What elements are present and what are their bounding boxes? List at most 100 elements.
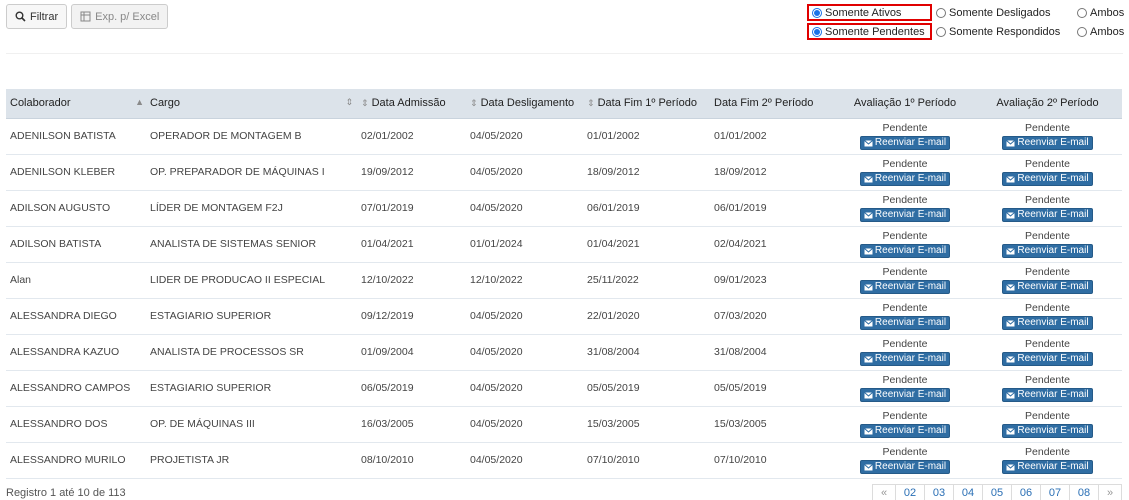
resend-email-button[interactable]: Reenviar E-mail <box>859 280 951 294</box>
resend-email-button[interactable]: Reenviar E-mail <box>859 136 951 150</box>
search-icon <box>15 11 26 22</box>
cell-avaliacao-2: Pendente Reenviar E-mail <box>973 298 1122 335</box>
col-data-fim-2-periodo[interactable]: Data Fim 2º Período <box>710 89 837 119</box>
cell-avaliacao-2: Pendente Reenviar E-mail <box>973 226 1122 263</box>
cell-data-fim-1-periodo: 25/11/2022 <box>583 262 710 299</box>
pagination-page[interactable]: 04 <box>953 484 983 500</box>
col-colaborador[interactable]: Colaborador ▲ <box>6 89 146 119</box>
resend-email-label: Reenviar E-mail <box>874 317 947 328</box>
sort-asc-icon: ▲ <box>135 97 144 108</box>
cell-data-admissao: 07/01/2019 <box>357 190 466 227</box>
resend-email-button[interactable]: Reenviar E-mail <box>1002 388 1093 402</box>
resend-email-button[interactable]: Reenviar E-mail <box>859 244 951 258</box>
header-label: Data Fim 2º Período <box>714 97 814 110</box>
cell-data-fim-1-periodo: 07/10/2010 <box>583 442 710 479</box>
cell-cargo: ESTAGIARIO SUPERIOR <box>146 298 357 335</box>
resend-email-button[interactable]: Reenviar E-mail <box>1002 136 1093 150</box>
radio-unselected-icon <box>1077 26 1087 37</box>
resend-email-button[interactable]: Reenviar E-mail <box>859 316 951 330</box>
table-row: ADENILSON BATISTA OPERADOR DE MONTAGEM B0… <box>6 118 1122 155</box>
pagination-prev[interactable]: « <box>872 484 896 500</box>
table-row: ADENILSON KLEBER OP. PREPARADOR DE MÁQUIN… <box>6 154 1122 191</box>
cell-data-admissao: 08/10/2010 <box>357 442 466 479</box>
filter-button-label: Filtrar <box>30 10 59 23</box>
pagination-page[interactable]: 07 <box>1040 484 1070 500</box>
status-pendente: Pendente <box>882 230 928 242</box>
pagination-next[interactable]: » <box>1098 484 1122 500</box>
header-label: Avaliação 2º Período <box>996 97 1099 110</box>
resend-email-button[interactable]: Reenviar E-mail <box>1002 244 1093 258</box>
filter-button[interactable]: Filtrar <box>6 4 68 29</box>
radio-unselected-icon <box>936 7 946 18</box>
envelope-icon <box>864 211 873 218</box>
envelope-icon <box>1006 247 1016 254</box>
cell-avaliacao-1: Pendente Reenviar E-mail <box>837 370 973 407</box>
cell-data-fim-2-periodo: 07/03/2020 <box>710 298 837 335</box>
cell-cargo: OP. PREPARADOR DE MÁQUINAS I <box>146 154 357 191</box>
col-avaliacao-1-periodo[interactable]: Avaliação 1º Período <box>837 89 973 119</box>
status-pendente: Pendente <box>882 194 928 206</box>
radio-ambos-status[interactable]: Ambos <box>1077 7 1127 19</box>
radio-somente-desligados[interactable]: Somente Desligados <box>936 7 1077 19</box>
radio-label: Somente Respondidos <box>949 25 1061 38</box>
pagination-page[interactable]: 06 <box>1011 484 1041 500</box>
resend-email-button[interactable]: Reenviar E-mail <box>1002 172 1093 186</box>
cell-colaborador: ALESSANDRO DOS <box>6 406 146 443</box>
col-data-fim-1-periodo[interactable]: ⇕ Data Fim 1º Período <box>583 89 710 119</box>
resend-email-button[interactable]: Reenviar E-mail <box>859 424 951 438</box>
cell-data-fim-1-periodo: 05/05/2019 <box>583 370 710 407</box>
cell-data-fim-1-periodo: 22/01/2020 <box>583 298 710 335</box>
col-cargo[interactable]: Cargo ⇕ <box>146 89 357 119</box>
resend-email-button[interactable]: Reenviar E-mail <box>859 352 951 366</box>
divider <box>6 53 1123 54</box>
status-pendente: Pendente <box>882 446 928 458</box>
resend-email-label: Reenviar E-mail <box>1017 281 1089 292</box>
cell-avaliacao-1: Pendente Reenviar E-mail <box>837 406 973 443</box>
cell-data-desligamento: 04/05/2020 <box>466 334 583 371</box>
pagination-page[interactable]: 02 <box>895 484 925 500</box>
resend-email-button[interactable]: Reenviar E-mail <box>1002 316 1093 330</box>
table-header-row: Colaborador ▲ Cargo ⇕ ⇕ Data Admissão ⇕ Da… <box>6 89 1122 119</box>
cell-data-admissao: 02/01/2002 <box>357 118 466 155</box>
pagination: « 02 03 04 05 06 07 08 » <box>872 484 1122 500</box>
resend-email-button[interactable]: Reenviar E-mail <box>859 388 951 402</box>
resend-email-label: Reenviar E-mail <box>1017 425 1089 436</box>
export-excel-button[interactable]: Exp. p/ Excel <box>71 4 169 29</box>
resend-email-button[interactable]: Reenviar E-mail <box>1002 208 1093 222</box>
pagination-page[interactable]: 08 <box>1069 484 1099 500</box>
envelope-icon <box>864 175 873 182</box>
cell-data-fim-2-periodo: 15/03/2005 <box>710 406 837 443</box>
sort-both-icon: ⇕ <box>361 98 369 109</box>
resend-email-label: Reenviar E-mail <box>1017 461 1089 472</box>
cell-data-desligamento: 12/10/2022 <box>466 262 583 299</box>
cell-data-fim-1-periodo: 01/04/2021 <box>583 226 710 263</box>
col-data-desligamento[interactable]: ⇕ Data Desligamento <box>466 89 583 119</box>
resend-email-button[interactable]: Reenviar E-mail <box>859 460 951 474</box>
resend-email-button[interactable]: Reenviar E-mail <box>1002 280 1093 294</box>
radio-label: Somente Desligados <box>949 6 1051 19</box>
resend-email-button[interactable]: Reenviar E-mail <box>1002 424 1093 438</box>
resend-email-label: Reenviar E-mail <box>874 389 947 400</box>
resend-email-button[interactable]: Reenviar E-mail <box>859 172 951 186</box>
envelope-icon <box>1006 175 1016 182</box>
pagination-page[interactable]: 03 <box>924 484 954 500</box>
cell-avaliacao-2: Pendente Reenviar E-mail <box>973 406 1122 443</box>
cell-data-fim-2-periodo: 07/10/2010 <box>710 442 837 479</box>
resend-email-label: Reenviar E-mail <box>874 137 947 148</box>
resend-email-button[interactable]: Reenviar E-mail <box>1002 352 1093 366</box>
col-data-admissao[interactable]: ⇕ Data Admissão <box>357 89 466 119</box>
radio-ambos-resposta[interactable]: Ambos <box>1077 26 1127 38</box>
pagination-page[interactable]: 05 <box>982 484 1012 500</box>
radio-somente-respondidos[interactable]: Somente Respondidos <box>936 26 1077 38</box>
col-avaliacao-2-periodo[interactable]: Avaliação 2º Período <box>973 89 1122 119</box>
envelope-icon <box>864 355 873 362</box>
resend-email-button[interactable]: Reenviar E-mail <box>859 208 951 222</box>
status-pendente: Pendente <box>882 302 928 314</box>
envelope-icon <box>1006 283 1016 290</box>
envelope-icon <box>864 427 873 434</box>
resend-email-button[interactable]: Reenviar E-mail <box>1002 460 1093 474</box>
status-pendente: Pendente <box>1025 446 1070 458</box>
radio-somente-ativos[interactable]: Somente Ativos <box>807 4 932 21</box>
radio-somente-pendentes[interactable]: Somente Pendentes <box>807 23 932 40</box>
table-row: ADILSON BATISTA ANALISTA DE SISTEMAS SENI… <box>6 226 1122 263</box>
